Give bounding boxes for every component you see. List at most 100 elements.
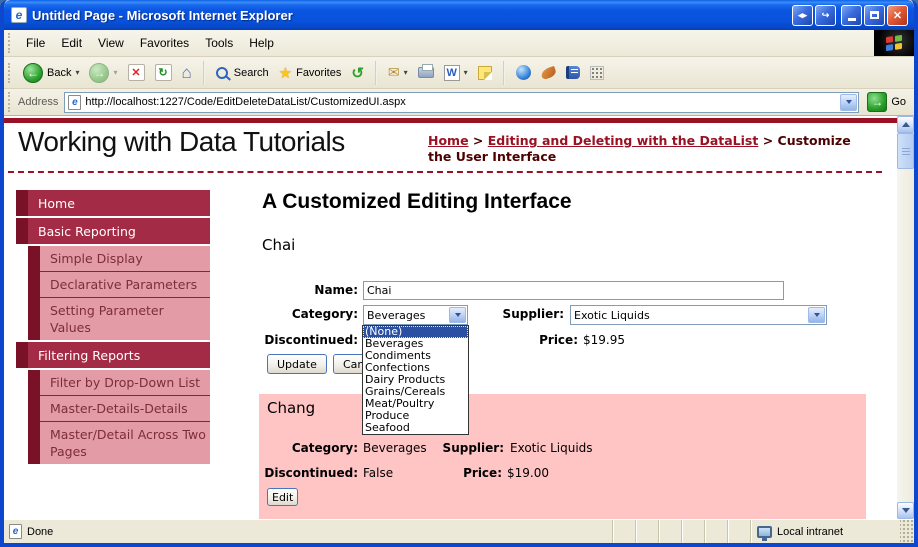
sidebar-item-basic-reporting[interactable]: Basic Reporting bbox=[16, 218, 210, 244]
sidebar-item-simple-display[interactable]: Simple Display bbox=[16, 246, 210, 271]
menu-file[interactable]: File bbox=[18, 33, 53, 53]
address-url[interactable]: http://localhost:1227/Code/EditDeleteDat… bbox=[85, 96, 840, 108]
supplier-select[interactable]: Exotic Liquids bbox=[570, 305, 827, 325]
code-grid-icon bbox=[589, 65, 604, 80]
sidebar-item-home[interactable]: Home bbox=[16, 190, 210, 216]
name-input[interactable] bbox=[363, 281, 784, 300]
sidebar-item-setting-parameter-values[interactable]: Setting Parameter Values bbox=[16, 297, 210, 340]
notes-button[interactable] bbox=[473, 64, 497, 82]
sidebar-item-declarative-parameters[interactable]: Declarative Parameters bbox=[16, 271, 210, 297]
sidebar-accent-bar bbox=[16, 342, 28, 368]
close-button[interactable]: ✕ bbox=[887, 4, 908, 26]
status-zone-text: Local intranet bbox=[777, 525, 844, 538]
address-bar: Address e http://localhost:1227/Code/Edi… bbox=[4, 89, 914, 116]
menu-edit[interactable]: Edit bbox=[53, 33, 90, 53]
breadcrumb-home-link[interactable]: Home bbox=[428, 133, 469, 148]
minimize-button[interactable] bbox=[841, 4, 862, 26]
menu-view[interactable]: View bbox=[90, 33, 132, 53]
supplier-dropdown-button[interactable] bbox=[808, 307, 825, 323]
sidebar-item-master-details-details[interactable]: Master-Details-Details bbox=[16, 395, 210, 421]
research-button[interactable] bbox=[561, 64, 585, 81]
chevron-down-icon bbox=[901, 508, 910, 513]
category-option[interactable]: Seafood bbox=[363, 422, 468, 434]
chevron-up-icon bbox=[901, 122, 910, 127]
sidebar-item-filtering-reports[interactable]: Filtering Reports bbox=[16, 342, 210, 368]
resize-grip[interactable] bbox=[900, 520, 914, 543]
scrollbar-thumb[interactable] bbox=[897, 133, 914, 169]
address-dropdown-button[interactable] bbox=[840, 93, 858, 111]
sticky-note-icon bbox=[477, 65, 492, 80]
print-icon bbox=[417, 64, 434, 78]
resize-icon[interactable]: ◂▸ bbox=[792, 4, 813, 26]
address-drag-handle[interactable] bbox=[8, 92, 13, 112]
vertical-scrollbar[interactable] bbox=[897, 116, 914, 519]
edit-with-word-button[interactable]: W ▾ bbox=[439, 63, 473, 83]
word-dropdown-icon[interactable]: ▾ bbox=[464, 68, 468, 77]
research-book-icon bbox=[565, 66, 580, 79]
maximize-button[interactable] bbox=[864, 4, 885, 26]
forward-button[interactable]: → ▾ bbox=[84, 61, 122, 85]
back-label: Back bbox=[47, 66, 72, 79]
detach-icon[interactable]: ↪ bbox=[815, 4, 836, 26]
stop-icon: ✕ bbox=[127, 64, 145, 81]
mail-button[interactable]: ✉ ▾ bbox=[383, 62, 413, 83]
refresh-button[interactable]: ↻ bbox=[150, 62, 177, 83]
menu-favorites[interactable]: Favorites bbox=[132, 33, 197, 53]
print-button[interactable] bbox=[413, 64, 439, 80]
windows-logo bbox=[874, 30, 914, 56]
address-page-icon: e bbox=[68, 94, 82, 110]
sidebar-indent bbox=[16, 421, 28, 464]
sidebar-indent bbox=[16, 370, 28, 395]
price-value: $19.95 bbox=[583, 333, 625, 347]
menu-help[interactable]: Help bbox=[241, 33, 282, 53]
windows-flag-icon bbox=[886, 34, 902, 52]
address-input[interactable]: e http://localhost:1227/Code/EditDeleteD… bbox=[64, 91, 860, 113]
toolbar-drag-handle[interactable] bbox=[8, 62, 13, 83]
sidebar-item-label: Master-Details-Details bbox=[40, 395, 210, 421]
breadcrumb-section-link[interactable]: Editing and Deleting with the DataList bbox=[488, 133, 759, 148]
favorites-button[interactable]: ★ Favorites bbox=[274, 62, 347, 84]
back-dropdown-icon[interactable]: ▾ bbox=[75, 68, 79, 77]
capture-tool-button[interactable] bbox=[536, 65, 561, 80]
sidebar-accent-bar bbox=[28, 271, 40, 297]
standard-buttons-toolbar: ← Back ▾ → ▾ ✕ ↻ ⌂ Search ★ Favorites ↺ bbox=[4, 57, 914, 89]
category-selected-value: Beverages bbox=[367, 308, 426, 322]
sidebar-item-master-detail-two-pages[interactable]: Master/Detail Across Two Pages bbox=[16, 421, 210, 464]
sidebar-accent-bar bbox=[28, 297, 40, 340]
go-button[interactable]: → bbox=[867, 92, 888, 112]
status-page-icon: e bbox=[9, 524, 22, 539]
history-button[interactable]: ↺ bbox=[346, 62, 369, 84]
scroll-up-button[interactable] bbox=[897, 116, 914, 133]
status-pane bbox=[658, 520, 681, 543]
edit-button[interactable]: Edit bbox=[267, 488, 299, 506]
scroll-down-button[interactable] bbox=[897, 502, 914, 519]
status-pane bbox=[704, 520, 727, 543]
script-debug-button[interactable] bbox=[585, 64, 609, 82]
status-bar: e Done Local intranet bbox=[4, 519, 914, 543]
menu-drag-handle[interactable] bbox=[8, 33, 13, 53]
header-dashed-rule bbox=[8, 171, 882, 173]
sidebar-item-filter-by-dropdown-list[interactable]: Filter by Drop-Down List bbox=[16, 370, 210, 395]
breadcrumb: Home > Editing and Deleting with the Dat… bbox=[428, 133, 876, 165]
maximize-icon bbox=[870, 11, 879, 19]
update-button[interactable]: Update bbox=[267, 354, 327, 374]
stop-button[interactable]: ✕ bbox=[123, 62, 150, 83]
word-icon: W bbox=[443, 64, 460, 81]
home-button[interactable]: ⌂ bbox=[177, 62, 197, 83]
back-button[interactable]: ← Back ▾ bbox=[18, 61, 84, 85]
capture-tool-icon bbox=[539, 65, 557, 80]
sidebar-indent bbox=[16, 297, 28, 340]
supplier-label: Supplier: bbox=[502, 307, 564, 321]
sidebar-item-label: Filtering Reports bbox=[28, 342, 210, 368]
page-title: A Customized Editing Interface bbox=[262, 190, 572, 213]
chang-supplier-label: Supplier: bbox=[442, 441, 504, 455]
browser-window: e Untitled Page - Microsoft Internet Exp… bbox=[0, 0, 918, 547]
forward-icon: → bbox=[89, 62, 110, 83]
sidebar-item-label: Simple Display bbox=[40, 246, 210, 271]
messenger-button[interactable] bbox=[511, 63, 536, 82]
mail-dropdown-icon[interactable]: ▾ bbox=[404, 68, 408, 77]
status-zone-pane: Local intranet bbox=[750, 520, 900, 543]
menu-tools[interactable]: Tools bbox=[197, 33, 241, 53]
search-button[interactable]: Search bbox=[211, 65, 274, 81]
category-select[interactable]: Beverages bbox=[363, 305, 468, 325]
